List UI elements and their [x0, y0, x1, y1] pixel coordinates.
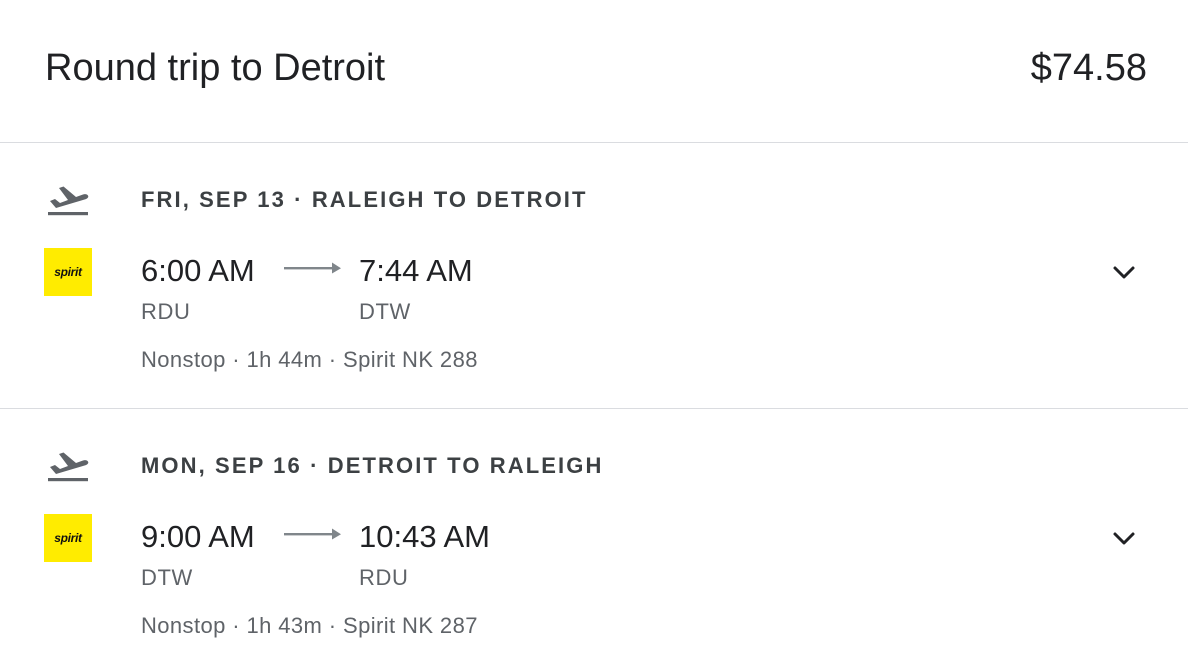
leg-header: FRI, SEP 13 · RALEIGH TO DETROIT [141, 187, 588, 212]
airline-logo: spirit [44, 514, 92, 562]
arrow-right-icon [284, 262, 341, 274]
depart-time: 9:00 AM [141, 519, 255, 554]
expand-leg-button[interactable] [1108, 256, 1140, 288]
chevron-down-icon [1113, 532, 1135, 545]
arrow-right-icon [284, 528, 341, 540]
trip-header: Round trip to Detroit $74.58 [0, 0, 1188, 143]
arrive-time: 7:44 AM [359, 253, 473, 288]
arrive-airport-code: RDU [359, 565, 409, 590]
expand-leg-button[interactable] [1108, 522, 1140, 554]
flight-details: Nonstop · 1h 43m · Spirit NK 287 [141, 613, 478, 638]
flight-takeoff-icon [48, 186, 89, 216]
flight-details: Nonstop · 1h 44m · Spirit NK 288 [141, 347, 478, 372]
airline-logo: spirit [44, 248, 92, 296]
trip-title: Round trip to Detroit [45, 47, 386, 89]
arrive-airport-code: DTW [359, 299, 411, 324]
chevron-down-icon [1113, 266, 1135, 279]
depart-airport-code: DTW [141, 565, 193, 590]
flight-leg-return: MON, SEP 16 · DETROIT TO RALEIGH spirit … [0, 409, 1188, 656]
flight-takeoff-icon [48, 452, 89, 482]
arrive-time: 10:43 AM [359, 519, 490, 554]
flight-leg-outbound: FRI, SEP 13 · RALEIGH TO DETROIT spirit … [0, 143, 1188, 409]
leg-header: MON, SEP 16 · DETROIT TO RALEIGH [141, 453, 604, 478]
depart-time: 6:00 AM [141, 253, 255, 288]
depart-airport-code: RDU [141, 299, 191, 324]
trip-price: $74.58 [1030, 47, 1147, 89]
